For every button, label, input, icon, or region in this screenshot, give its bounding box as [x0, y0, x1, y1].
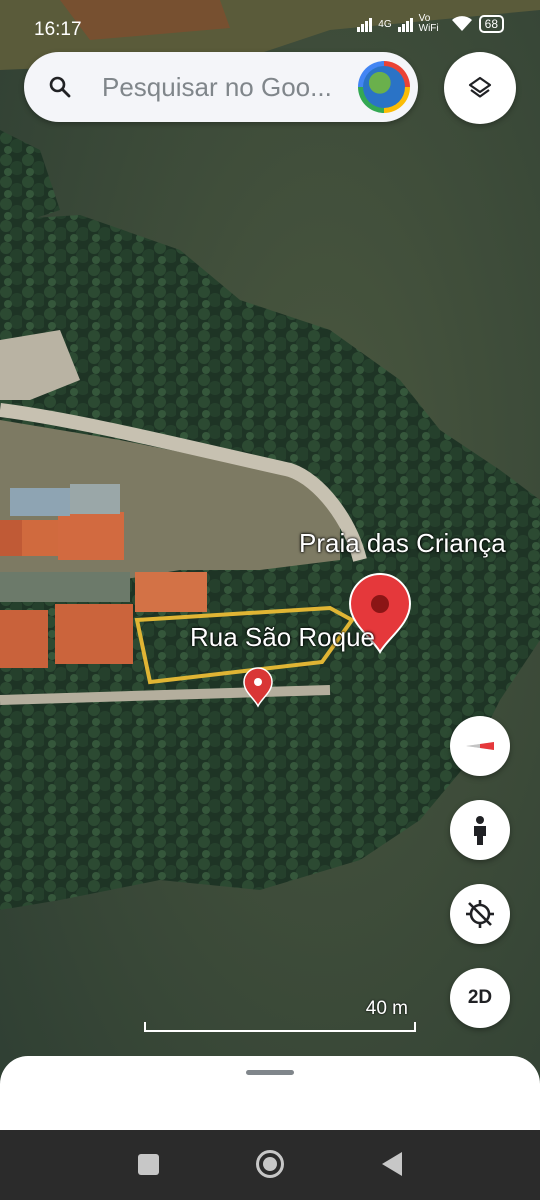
compass-icon	[466, 742, 494, 750]
account-avatar[interactable]	[358, 61, 410, 113]
signal-icon-2	[397, 16, 413, 32]
signal-icon	[357, 16, 373, 32]
recents-icon[interactable]	[138, 1154, 159, 1175]
bottom-sheet[interactable]	[0, 1056, 540, 1136]
search-icon	[49, 76, 71, 98]
status-icons: 4G Vo WiFi 68	[357, 14, 504, 34]
sheet-drag-handle[interactable]	[246, 1070, 294, 1075]
location-off-icon	[466, 900, 494, 928]
search-bar[interactable]: Pesquisar no Goo...	[24, 52, 418, 122]
toggle-2d-button[interactable]: 2D	[450, 968, 510, 1028]
pegman-icon	[474, 816, 486, 845]
vowifi-label: Vo WiFi	[418, 13, 439, 34]
my-location-button[interactable]	[450, 884, 510, 944]
home-icon[interactable]	[256, 1150, 284, 1178]
map-scale: 40 m	[144, 998, 418, 1032]
system-nav-bar	[0, 1130, 540, 1200]
search-input[interactable]: Pesquisar no Goo...	[102, 72, 332, 103]
status-time: 16:17	[34, 19, 82, 40]
street-label-rua: Rua São Roque	[190, 622, 376, 652]
scale-label: 40 m	[365, 998, 408, 1019]
layers-icon	[468, 76, 492, 98]
compass-button[interactable]	[450, 716, 510, 776]
street-view-button[interactable]	[450, 800, 510, 860]
back-icon[interactable]	[382, 1152, 402, 1176]
status-bar: 16:17 4G Vo WiFi 68	[0, 0, 540, 40]
network-label: 4G	[378, 18, 392, 30]
toggle-2d-label: 2D	[467, 987, 493, 1008]
layers-button[interactable]	[444, 52, 516, 124]
place-label-praia[interactable]: Praia das Criança	[299, 528, 506, 559]
battery-indicator: 68	[478, 15, 504, 33]
wifi-icon	[451, 16, 472, 31]
scale-line	[144, 1022, 416, 1032]
